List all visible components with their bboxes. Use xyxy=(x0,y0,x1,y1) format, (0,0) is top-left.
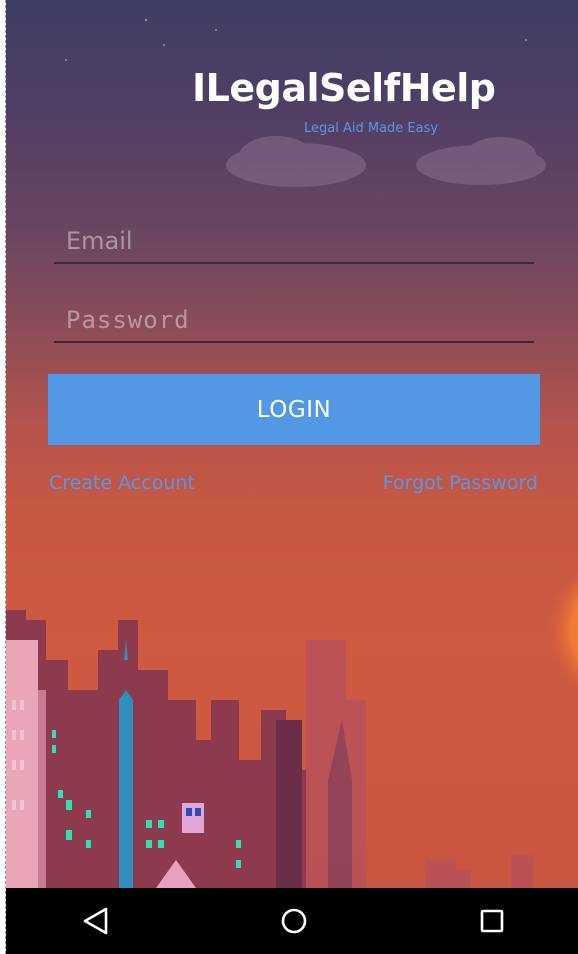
screen-edge-border xyxy=(0,0,6,954)
email-field[interactable] xyxy=(54,220,534,264)
app-tagline: Legal Aid Made Easy xyxy=(304,121,439,136)
create-account-link[interactable]: Create Account xyxy=(49,472,195,494)
password-field[interactable] xyxy=(54,299,534,343)
app-title: ILegalSelfHelp xyxy=(192,66,496,110)
back-triangle-icon[interactable] xyxy=(76,901,116,941)
login-screen: ILegalSelfHelp Legal Aid Made Easy LOGIN… xyxy=(6,0,578,888)
recents-square-icon[interactable] xyxy=(472,901,512,941)
forgot-password-link[interactable]: Forgot Password xyxy=(383,472,538,494)
system-navigation-bar xyxy=(6,888,578,954)
login-button[interactable]: LOGIN xyxy=(48,374,540,445)
home-circle-icon[interactable] xyxy=(274,901,314,941)
phone-screen: ILegalSelfHelp Legal Aid Made Easy LOGIN… xyxy=(0,0,578,954)
